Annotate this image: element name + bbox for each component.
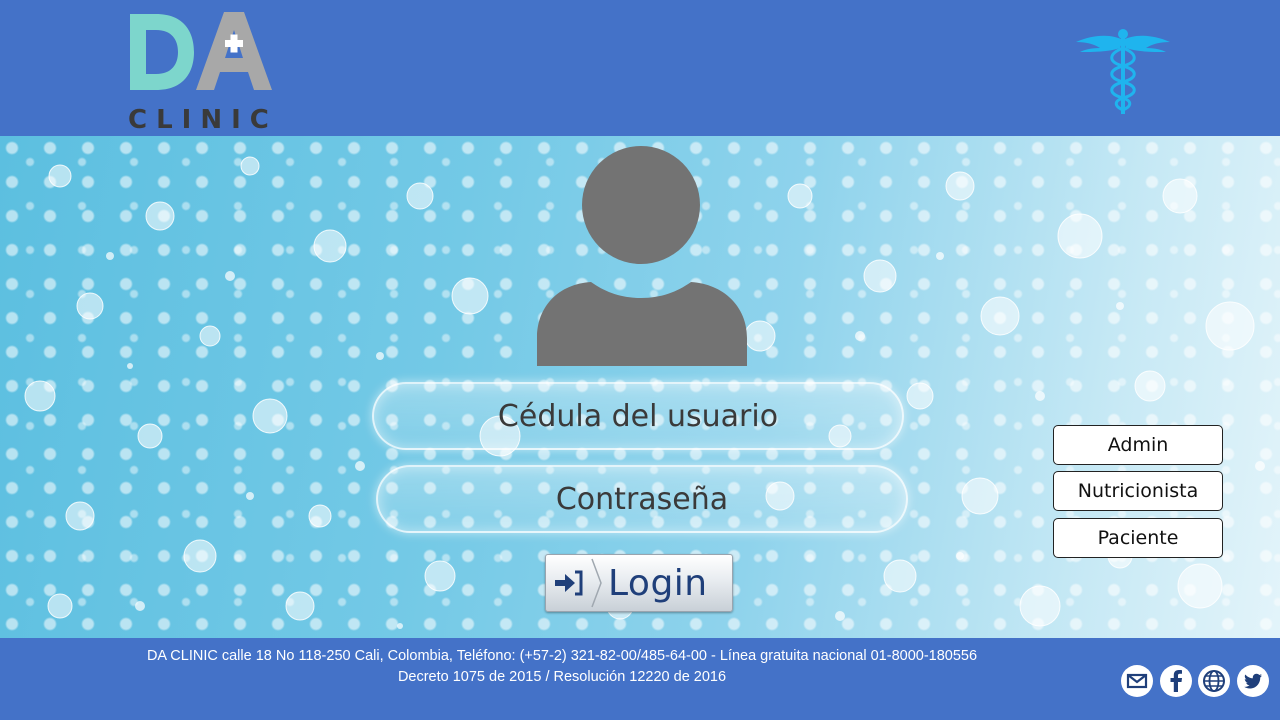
- login-panel: Cédula del usuario Contraseña Login Admi…: [0, 136, 1280, 638]
- login-label: Login: [608, 562, 708, 604]
- app: CLINIC Cédula del usuario Contraseña Log…: [0, 0, 1280, 720]
- role-paciente-label: Paciente: [1097, 527, 1179, 549]
- header: CLINIC: [0, 0, 1280, 136]
- facebook-icon[interactable]: [1160, 665, 1192, 697]
- globe-icon[interactable]: [1198, 665, 1230, 697]
- mail-icon[interactable]: [1121, 665, 1153, 697]
- sign-in-icon: [546, 555, 590, 611]
- footer-address: DA CLINIC calle 18 No 118-250 Cali, Colo…: [146, 648, 978, 664]
- role-admin-button[interactable]: Admin: [1053, 425, 1223, 465]
- cedula-input[interactable]: Cédula del usuario: [372, 382, 904, 450]
- footer-legal: Decreto 1075 de 2015 / Resolución 12220 …: [397, 669, 727, 685]
- role-nutricionista-label: Nutricionista: [1077, 480, 1199, 502]
- footer: DA CLINIC calle 18 No 118-250 Cali, Colo…: [0, 638, 1280, 720]
- login-button[interactable]: Login: [545, 554, 733, 612]
- role-nutricionista-button[interactable]: Nutricionista: [1053, 471, 1223, 511]
- role-admin-label: Admin: [1107, 434, 1169, 456]
- role-paciente-button[interactable]: Paciente: [1053, 518, 1223, 558]
- password-placeholder: Contraseña: [555, 481, 729, 517]
- caduceus-icon: [1072, 26, 1174, 116]
- button-separator: [591, 558, 602, 608]
- logo-wordmark: CLINIC: [128, 105, 276, 132]
- user-silhouette-icon: [537, 146, 747, 366]
- password-input[interactable]: Contraseña: [376, 465, 908, 533]
- da-clinic-logo: CLINIC: [126, 8, 276, 132]
- twitter-icon[interactable]: [1237, 665, 1269, 697]
- cedula-placeholder: Cédula del usuario: [497, 398, 779, 434]
